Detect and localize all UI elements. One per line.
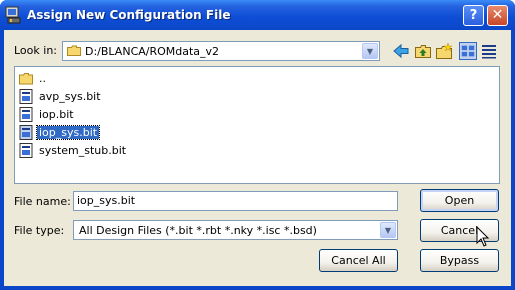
bit-file-icon [19, 143, 33, 158]
chevron-down-icon[interactable]: ▼ [380, 222, 396, 238]
help-button[interactable]: ? [463, 5, 484, 26]
chevron-down-icon[interactable]: ▼ [362, 43, 378, 59]
bypass-button[interactable]: Bypass [420, 249, 499, 272]
title-bar[interactable]: Assign New Configuration File ? ✕ [0, 0, 515, 30]
window-title: Assign New Configuration File [27, 8, 231, 22]
new-folder-icon[interactable] [435, 42, 453, 60]
cancel-all-button[interactable]: Cancel All [319, 249, 398, 272]
list-item-label: system_stub.bit [39, 144, 127, 157]
up-folder-icon[interactable] [414, 42, 432, 60]
details-view-icon[interactable] [459, 42, 477, 60]
list-item-label: iop.bit [39, 108, 74, 121]
look-in-label: Look in: [14, 44, 57, 57]
open-button[interactable]: Open [420, 189, 499, 212]
file-list[interactable]: .. avp_sys.bit iop.bit iop_sys.bit syste… [14, 66, 500, 184]
folder-icon [67, 45, 81, 56]
bit-file-icon [19, 107, 33, 122]
folder-icon [19, 73, 33, 85]
list-item-label: .. [39, 72, 46, 85]
file-type-value: All Design Files (*.bit *.rbt *.nky *.is… [79, 224, 317, 237]
bit-file-icon [19, 125, 33, 140]
file-type-select[interactable]: All Design Files (*.bit *.rbt *.nky *.is… [73, 220, 398, 240]
bit-file-icon [19, 89, 33, 104]
mouse-cursor-icon [476, 226, 490, 247]
file-name-field[interactable]: iop_sys.bit [73, 191, 398, 211]
file-type-label: File type: [14, 224, 65, 237]
back-arrow-icon[interactable] [392, 42, 410, 60]
look-in-path: D:/BLANCA/ROMdata_v2 [85, 45, 220, 58]
list-item-label: avp_sys.bit [39, 90, 101, 103]
close-button[interactable]: ✕ [487, 5, 508, 26]
dialog-window: Assign New Configuration File ? ✕ Look i… [0, 0, 515, 290]
list-view-icon[interactable] [480, 42, 498, 60]
look-in-combo[interactable]: D:/BLANCA/ROMdata_v2 ▼ [62, 41, 380, 61]
dialog-body: Look in: D:/BLANCA/ROMdata_v2 ▼ .. avp_s… [4, 30, 511, 286]
file-name-label: File name: [14, 195, 71, 208]
list-item-label: iop_sys.bit [35, 125, 101, 140]
app-icon [5, 6, 21, 24]
